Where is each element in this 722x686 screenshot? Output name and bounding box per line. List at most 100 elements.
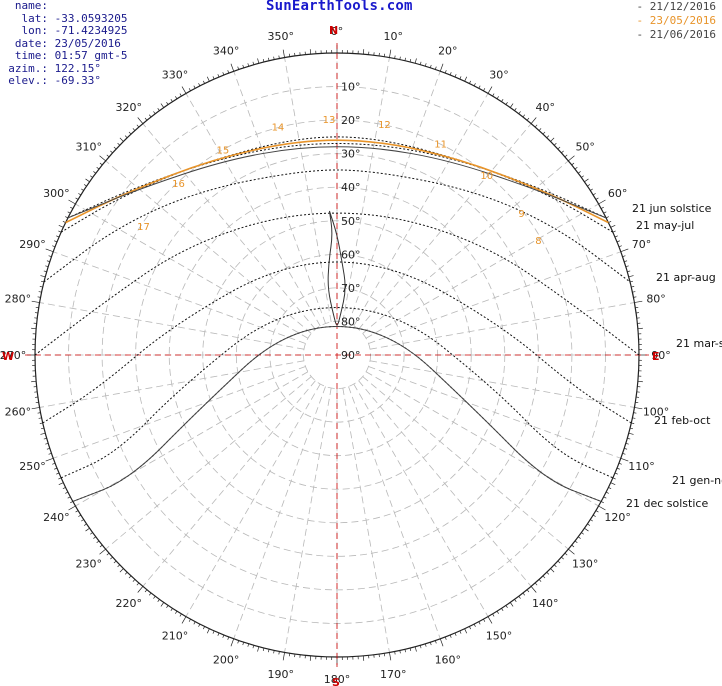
azimuth-tick bbox=[542, 131, 546, 135]
azimuth-tick bbox=[45, 248, 54, 253]
azimuth-tick bbox=[581, 175, 584, 178]
azimuth-tick bbox=[247, 643, 250, 647]
azimuth-grid-line bbox=[342, 387, 390, 653]
azimuth-tick bbox=[496, 610, 499, 614]
azimuth-tick bbox=[93, 171, 97, 174]
azimuth-tick bbox=[429, 642, 432, 646]
azimuth-tick bbox=[217, 632, 220, 636]
azimuth-tick bbox=[78, 193, 82, 196]
azimuth-tick bbox=[526, 589, 530, 593]
azimuth-grid-line bbox=[142, 380, 316, 587]
azimuth-tick bbox=[389, 652, 392, 661]
location-info-panel: name: lat: -33.0593205 lon: -71.4234925 … bbox=[4, 0, 127, 88]
azimuth-tick bbox=[113, 146, 117, 150]
azimuth-tick bbox=[564, 154, 568, 158]
azimuth-label: 320° bbox=[115, 101, 142, 114]
azimuth-tick bbox=[242, 642, 245, 646]
hour-label: 8 bbox=[535, 236, 541, 247]
azimuth-tick bbox=[505, 605, 508, 609]
azimuth-tick bbox=[48, 452, 52, 455]
azimuth-tick bbox=[608, 487, 612, 490]
azimuth-tick bbox=[193, 85, 196, 89]
azimuth-tick bbox=[124, 135, 128, 139]
azimuth-tick bbox=[136, 124, 140, 128]
azimuth-tick bbox=[166, 605, 169, 609]
azimuth-label: 310° bbox=[76, 141, 103, 154]
azimuth-tick bbox=[592, 514, 596, 517]
azimuth-tick bbox=[46, 260, 50, 263]
azimuth-label: 250° bbox=[19, 460, 46, 473]
azimuth-tick bbox=[459, 630, 462, 634]
azimuth-tick bbox=[518, 111, 521, 115]
azimuth-tick bbox=[181, 86, 187, 94]
azimuth-label: 80° bbox=[646, 293, 666, 306]
azimuth-tick bbox=[612, 230, 616, 233]
azimuth-tick bbox=[217, 74, 220, 78]
azimuth-label: 120° bbox=[604, 511, 631, 524]
azimuth-tick bbox=[598, 199, 606, 205]
azimuth-tick bbox=[81, 188, 84, 191]
info-key: elev.: bbox=[8, 74, 48, 87]
azimuth-grid-line bbox=[185, 383, 321, 617]
azimuth-label: 230° bbox=[76, 557, 103, 570]
info-value: 23/05/2016 bbox=[54, 36, 121, 50]
info-value: -69.33° bbox=[54, 74, 101, 87]
azimuth-tick bbox=[198, 83, 201, 87]
azimuth-tick bbox=[65, 216, 69, 219]
azimuth-tick bbox=[58, 477, 62, 480]
azimuth-tick bbox=[237, 640, 240, 644]
azimuth-tick bbox=[230, 63, 235, 72]
azimuth-tick bbox=[459, 76, 462, 80]
azimuth-tick bbox=[282, 49, 285, 58]
azimuth-tick bbox=[534, 582, 538, 586]
azimuth-label: 70° bbox=[632, 238, 652, 251]
azimuth-grid-line bbox=[358, 380, 532, 587]
azimuth-grid-line bbox=[105, 160, 312, 334]
azimuth-tick bbox=[202, 80, 205, 84]
compass-letter: N bbox=[329, 24, 338, 37]
azimuth-tick bbox=[212, 630, 215, 634]
azimuth-tick bbox=[99, 155, 106, 162]
azimuth-tick bbox=[577, 536, 581, 539]
azimuth-tick bbox=[429, 64, 432, 68]
azimuth-tick bbox=[46, 447, 50, 450]
azimuth-tick bbox=[530, 117, 537, 124]
azimuth-tick bbox=[546, 571, 550, 575]
azimuth-tick bbox=[188, 618, 191, 622]
azimuth-tick bbox=[581, 532, 584, 535]
azimuth-label: 150° bbox=[486, 630, 513, 643]
azimuth-tick bbox=[550, 137, 555, 142]
azimuth-tick bbox=[153, 595, 156, 599]
azimuth-grid-line bbox=[358, 123, 532, 330]
elevation-label: 80° bbox=[341, 315, 361, 328]
azimuth-tick bbox=[58, 230, 62, 233]
azimuth-label: 260° bbox=[5, 405, 32, 418]
azimuth-tick bbox=[483, 88, 486, 92]
azimuth-label: 30° bbox=[489, 68, 509, 81]
date-curve-label: 21 gen-nov bbox=[672, 474, 722, 487]
azimuth-label: 60° bbox=[608, 187, 628, 200]
hour-label: 11 bbox=[434, 140, 447, 151]
azimuth-tick bbox=[546, 135, 550, 139]
azimuth-tick bbox=[590, 519, 593, 522]
azimuth-tick bbox=[153, 111, 156, 115]
azimuth-label: 50° bbox=[575, 141, 595, 154]
site-title[interactable]: SunEarthTools.com bbox=[266, 0, 413, 14]
elevation-label: 60° bbox=[341, 248, 361, 261]
azimuth-tick bbox=[68, 199, 76, 205]
azimuth-tick bbox=[58, 482, 64, 486]
azimuth-tick bbox=[45, 442, 49, 445]
azimuth-tick bbox=[454, 74, 457, 78]
azimuth-tick bbox=[193, 621, 196, 625]
date-curve-label: 21 jun solstice bbox=[632, 202, 712, 215]
azimuth-tick bbox=[557, 146, 561, 150]
azimuth-tick bbox=[561, 150, 564, 154]
azimuth-tick bbox=[83, 523, 87, 526]
azimuth-tick bbox=[634, 300, 643, 303]
azimuth-tick bbox=[414, 646, 417, 652]
azimuth-tick bbox=[424, 63, 427, 67]
azimuth-tick bbox=[571, 544, 575, 548]
azimuth-grid-line bbox=[53, 366, 306, 459]
compass-letter: E bbox=[652, 350, 660, 363]
azimuth-label: 20° bbox=[438, 45, 458, 58]
